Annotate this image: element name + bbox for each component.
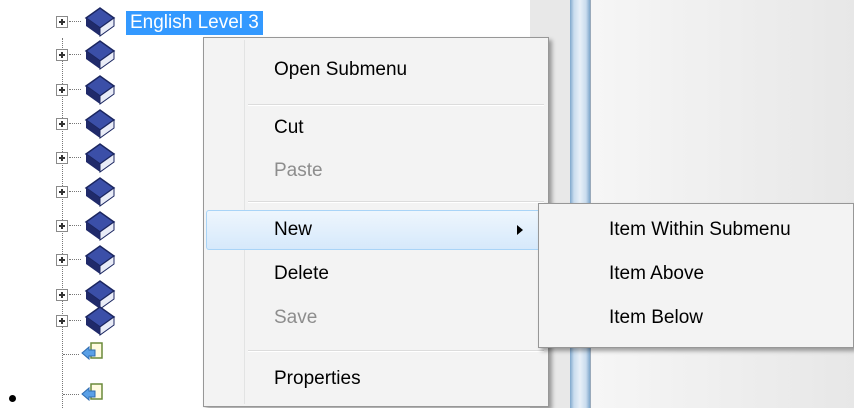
menu-item-properties[interactable]: Properties xyxy=(206,359,546,399)
menu-item-paste[interactable]: Paste xyxy=(206,151,546,191)
submenu-item-label: Item Below xyxy=(609,307,703,328)
tree-connector xyxy=(69,21,81,22)
menu-item-cut[interactable]: Cut xyxy=(206,108,546,148)
menu-item-label: Properties xyxy=(274,368,361,389)
submenu-arrow-icon xyxy=(517,225,523,235)
tree-connector xyxy=(69,123,81,124)
book-icon xyxy=(84,245,116,275)
bullet-marker xyxy=(9,395,16,402)
tree-connector xyxy=(69,225,81,226)
book-icon xyxy=(84,7,116,37)
context-menu: Open Submenu Cut Paste New Delete Save P… xyxy=(203,37,549,407)
book-icon xyxy=(84,143,116,173)
menu-item-save[interactable]: Save xyxy=(206,298,546,338)
book-icon xyxy=(84,177,116,207)
tree-connector xyxy=(69,54,81,55)
expand-plus-icon[interactable] xyxy=(56,220,68,232)
expand-plus-icon[interactable] xyxy=(56,186,68,198)
book-icon xyxy=(84,75,116,105)
tree-connector xyxy=(69,89,81,90)
expand-plus-icon[interactable] xyxy=(56,16,68,28)
new-submenu: Item Within Submenu Item Above Item Belo… xyxy=(538,203,854,348)
shortcut-link-icon[interactable] xyxy=(80,340,106,366)
tree-connector xyxy=(69,191,81,192)
submenu-item-above[interactable]: Item Above xyxy=(541,253,853,295)
menu-separator xyxy=(248,350,544,352)
tree-connector xyxy=(69,157,81,158)
expand-plus-icon[interactable] xyxy=(56,49,68,61)
menu-item-new[interactable]: New xyxy=(206,210,544,250)
menu-item-delete[interactable]: Delete xyxy=(206,254,546,294)
menu-item-label: Open Submenu xyxy=(274,59,408,80)
book-icon xyxy=(84,306,116,336)
expand-plus-icon[interactable] xyxy=(56,315,68,327)
expand-plus-icon[interactable] xyxy=(56,254,68,266)
expand-plus-icon[interactable] xyxy=(56,289,68,301)
menu-item-label: Paste xyxy=(274,160,323,181)
menu-item-label: Save xyxy=(274,307,318,328)
submenu-item-below[interactable]: Item Below xyxy=(541,297,853,339)
book-icon xyxy=(84,40,116,70)
tree-connector xyxy=(69,294,81,295)
menu-separator xyxy=(248,104,544,106)
shortcut-link-icon[interactable] xyxy=(80,381,106,407)
book-icon xyxy=(84,211,116,241)
tree-connector xyxy=(63,354,79,355)
tree-connector xyxy=(63,394,79,395)
menu-item-open-submenu[interactable]: Open Submenu xyxy=(206,50,546,90)
menu-separator xyxy=(248,201,544,203)
tree-node-selected[interactable]: English Level 3 xyxy=(56,5,536,37)
expand-plus-icon[interactable] xyxy=(56,84,68,96)
submenu-item-within[interactable]: Item Within Submenu xyxy=(541,209,853,251)
tree-connector xyxy=(69,320,81,321)
submenu-item-label: Item Within Submenu xyxy=(609,219,791,240)
submenu-item-label: Item Above xyxy=(609,263,705,284)
menu-item-label: Delete xyxy=(274,263,329,284)
menu-item-label: Cut xyxy=(274,117,304,138)
expand-plus-icon[interactable] xyxy=(56,118,68,130)
menu-item-label: New xyxy=(274,219,313,240)
expand-plus-icon[interactable] xyxy=(56,152,68,164)
tree-node-label[interactable]: English Level 3 xyxy=(126,11,263,35)
tree-connector xyxy=(69,259,81,260)
book-icon xyxy=(84,109,116,139)
